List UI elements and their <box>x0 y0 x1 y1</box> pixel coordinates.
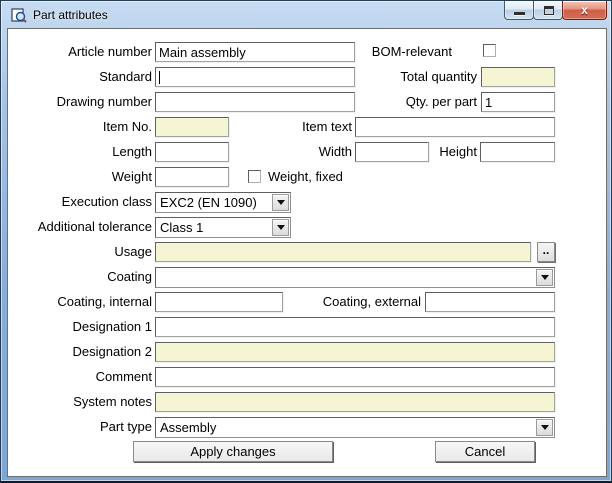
qty-per-part-input[interactable] <box>481 92 555 112</box>
item-no-label: Item No. <box>8 117 152 137</box>
total-quantity-label: Total quantity <box>338 67 477 87</box>
minimize-button[interactable] <box>504 1 534 20</box>
designation2-label: Designation 2 <box>8 342 152 362</box>
cancel-button[interactable]: Cancel <box>435 441 535 462</box>
chevron-down-icon <box>541 425 549 430</box>
title-bar[interactable]: Part attributes x <box>1 1 611 29</box>
additional-tolerance-label: Additional tolerance <box>8 217 152 237</box>
coating-internal-input[interactable] <box>155 292 283 312</box>
width-input[interactable] <box>355 142 429 162</box>
height-input[interactable] <box>480 142 555 162</box>
additional-tolerance-value: Class 1 <box>160 220 203 235</box>
execution-class-dropdown-button[interactable] <box>272 194 289 211</box>
weight-fixed-label: Weight, fixed <box>268 167 343 187</box>
item-text-input[interactable] <box>355 117 555 137</box>
caption-buttons: x <box>504 1 607 20</box>
execution-class-select[interactable]: EXC2 (EN 1090) <box>155 192 291 213</box>
chevron-down-icon <box>541 275 549 280</box>
bom-relevant-label: BOM-relevant <box>338 42 452 62</box>
length-input[interactable] <box>155 142 229 162</box>
maximize-button[interactable] <box>533 1 563 20</box>
app-icon <box>11 7 27 23</box>
text-caret <box>159 71 160 84</box>
usage-browse-button[interactable]: .. <box>537 242 555 262</box>
close-icon: x <box>563 3 606 17</box>
standard-label: Standard <box>8 67 152 87</box>
part-type-value: Assembly <box>160 420 216 435</box>
comment-label: Comment <box>8 367 152 387</box>
coating-dropdown-button[interactable] <box>536 269 553 286</box>
usage-input[interactable] <box>155 242 531 262</box>
execution-class-value: EXC2 (EN 1090) <box>160 195 257 210</box>
width-label: Width <box>238 142 352 162</box>
bom-relevant-checkbox[interactable] <box>483 44 496 57</box>
part-type-dropdown-button[interactable] <box>536 419 553 436</box>
drawing-number-label: Drawing number <box>8 92 152 112</box>
total-quantity-input[interactable] <box>481 67 555 87</box>
designation1-label: Designation 1 <box>8 317 152 337</box>
height-label: Height <box>440 142 477 162</box>
designation2-input[interactable] <box>155 342 555 362</box>
article-number-input[interactable] <box>155 42 355 62</box>
item-text-label: Item text <box>238 117 352 137</box>
additional-tolerance-select[interactable]: Class 1 <box>155 217 291 238</box>
minimize-icon <box>514 12 525 15</box>
drawing-number-input[interactable] <box>155 92 355 112</box>
weight-input[interactable] <box>155 167 229 187</box>
close-button[interactable]: x <box>562 1 607 20</box>
weight-label: Weight <box>8 167 152 187</box>
designation1-input[interactable] <box>155 317 555 337</box>
window-title: Part attributes <box>33 8 108 22</box>
execution-class-label: Execution class <box>8 192 152 212</box>
standard-input[interactable] <box>155 67 355 87</box>
chevron-down-icon <box>277 225 285 230</box>
coating-select[interactable] <box>155 267 555 288</box>
qty-per-part-label: Qty. per part <box>338 92 477 112</box>
part-type-select[interactable]: Assembly <box>155 417 555 438</box>
coating-label: Coating <box>8 267 152 287</box>
system-notes-input[interactable] <box>155 392 555 412</box>
usage-label: Usage <box>8 242 152 262</box>
coating-external-input[interactable] <box>425 292 555 312</box>
chevron-down-icon <box>277 200 285 205</box>
dialog-body: Article number BOM-relevant Standard Tot… <box>8 29 606 476</box>
part-type-label: Part type <box>8 417 152 437</box>
weight-fixed-checkbox[interactable] <box>248 170 261 183</box>
comment-input[interactable] <box>155 367 555 387</box>
system-notes-label: System notes <box>8 392 152 412</box>
part-attributes-dialog: Part attributes x Article number BOM-rel… <box>0 0 612 483</box>
additional-tolerance-dropdown-button[interactable] <box>272 219 289 236</box>
item-no-input[interactable] <box>155 117 229 137</box>
coating-external-label: Coating, external <box>288 292 421 312</box>
article-number-label: Article number <box>8 42 152 62</box>
maximize-icon <box>544 6 554 15</box>
coating-internal-label: Coating, internal <box>8 292 152 312</box>
length-label: Length <box>8 142 152 162</box>
apply-changes-button[interactable]: Apply changes <box>133 441 333 462</box>
